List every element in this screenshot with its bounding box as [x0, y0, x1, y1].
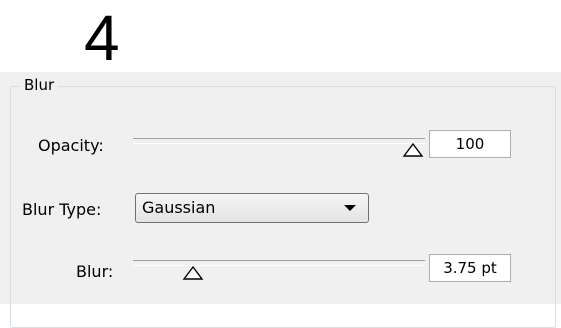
blur-label: Blur:: [76, 262, 114, 281]
blur-slider-thumb-icon[interactable]: [182, 265, 204, 281]
opacity-slider-thumb-icon[interactable]: [402, 142, 424, 158]
blur-group-title: Blur: [20, 76, 59, 94]
opacity-value-field[interactable]: 100: [429, 130, 511, 158]
chevron-down-icon: [344, 205, 356, 211]
blur-type-dropdown[interactable]: Gaussian: [135, 193, 369, 223]
opacity-label: Opacity:: [38, 136, 104, 155]
blur-options-panel: Blur Opacity: 100 Blur Type: Gaussian Bl…: [0, 72, 561, 328]
opacity-slider[interactable]: [133, 138, 425, 144]
step-number: 4: [84, 2, 120, 74]
blur-slider[interactable]: [133, 260, 425, 266]
blur-type-selected-value: Gaussian: [142, 198, 216, 217]
blur-value-field[interactable]: 3.75 pt: [429, 254, 511, 282]
blur-type-label: Blur Type:: [22, 200, 102, 219]
